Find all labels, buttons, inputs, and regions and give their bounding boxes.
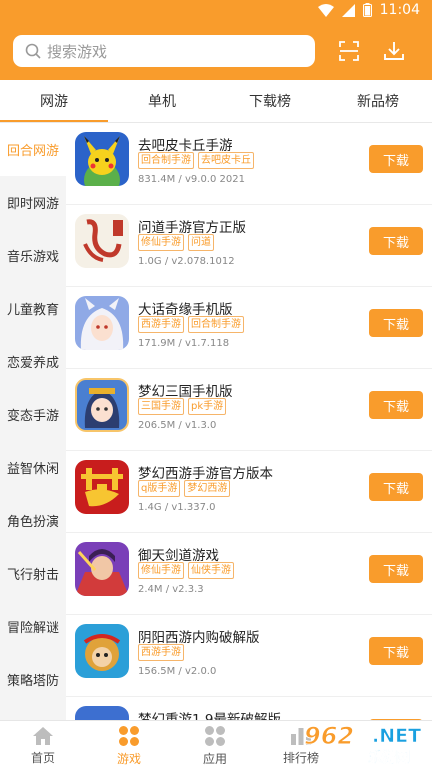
sidebar-item-music[interactable]: 音乐游戏: [0, 229, 66, 282]
search-placeholder: 搜索游戏: [47, 42, 108, 61]
nav-home[interactable]: 首页: [0, 721, 86, 769]
list-item[interactable]: 梦幻三国手机版 三国手游 pk手游 206.5M / v1.3.0 下载: [66, 369, 432, 451]
scan-button[interactable]: [335, 37, 363, 65]
list-item[interactable]: 阴阳西游内购破解版 西游手游 156.5M / v2.0.0 下载: [66, 615, 432, 697]
nav-label: 应用: [202, 751, 227, 766]
active-tab-indicator: [0, 120, 108, 122]
genre-sidebar: 回合网游 即时网游 音乐游戏 儿童教育 恋爱养成 变态手游 益智休闲 角色扮演 …: [0, 123, 66, 720]
game-tag[interactable]: 回合制手游: [138, 152, 194, 169]
sidebar-item-realtime[interactable]: 即时网游: [0, 176, 66, 229]
game-tag[interactable]: q版手游: [138, 480, 181, 497]
nav-apps[interactable]: 应用: [172, 721, 258, 769]
warrior-icon: [75, 542, 129, 596]
game-name: 阴阳西游内购破解版: [138, 630, 260, 646]
signal-icon: [341, 3, 355, 17]
game-tag[interactable]: 西游手游: [138, 316, 184, 333]
game-list: 去吧皮卡丘手游 回合制手游 去吧皮卡丘 831.4M / v9.0.0 2021…: [66, 123, 432, 720]
tab-single-player[interactable]: 单机: [108, 80, 216, 122]
wendao-icon: [75, 214, 129, 268]
monkey-king-icon: [75, 624, 129, 678]
home-icon: [33, 726, 53, 745]
download-button[interactable]: 下载: [369, 391, 423, 419]
game-grid-icon: [119, 725, 139, 746]
download-button[interactable]: 下载: [369, 145, 423, 173]
sidebar-item-romance[interactable]: 恋爱养成: [0, 335, 66, 388]
download-button[interactable]: 下载: [369, 227, 423, 255]
game-meta: 1.0G / v2.078.1012: [138, 256, 235, 267]
tab-new-ranking[interactable]: 新品榜: [324, 80, 432, 122]
game-tag[interactable]: 去吧皮卡丘: [198, 152, 254, 169]
download-button[interactable]: 下载: [369, 555, 423, 583]
download-button[interactable]: 下载: [369, 309, 423, 337]
game-tag[interactable]: 梦幻西游: [184, 480, 231, 497]
game-meta: 831.4M / v9.0.0 2021: [138, 174, 245, 185]
status-bar: 11:04: [0, 0, 432, 22]
game-name: 梦幻重游1.9最新破解版: [138, 712, 281, 720]
sidebar-item-shooter[interactable]: 飞行射击: [0, 547, 66, 600]
game-meta: 156.5M / v2.0.0: [138, 666, 217, 677]
list-item[interactable]: 大话奇缘手机版 西游手游 回合制手游 171.9M / v1.7.118 下载: [66, 287, 432, 369]
game-tag[interactable]: 修仙手游: [138, 562, 184, 579]
top-header: 11:04 搜索游戏: [0, 0, 432, 80]
game-tag[interactable]: 修仙手游: [138, 234, 184, 251]
sidebar-item-turn-based[interactable]: 回合网游: [0, 123, 66, 176]
battery-icon: [362, 3, 372, 17]
nav-games[interactable]: 游戏: [86, 721, 172, 769]
fantasy-icon: [75, 706, 129, 720]
game-meta: 2.4M / v2.3.3: [138, 584, 204, 595]
sidebar-item-adventure[interactable]: 冒险解谜: [0, 600, 66, 653]
wifi-icon: [317, 3, 334, 17]
game-tag[interactable]: 回合制手游: [188, 316, 244, 333]
game-tag[interactable]: 仙侠手游: [188, 562, 234, 579]
game-name: 问道手游官方正版: [138, 220, 246, 236]
download-manager-button[interactable]: [380, 37, 408, 65]
game-name: 去吧皮卡丘手游: [138, 138, 233, 154]
list-item[interactable]: 去吧皮卡丘手游 回合制手游 去吧皮卡丘 831.4M / v9.0.0 2021…: [66, 123, 432, 205]
download-button[interactable]: 下载: [369, 637, 423, 665]
list-item[interactable]: 梦幻西游手游官方版本 q版手游 梦幻西游 1.4G / v1.337.0 下载: [66, 451, 432, 533]
game-tag[interactable]: pk手游: [188, 398, 227, 415]
site-watermark: 962 .NET 乐游网: [300, 720, 432, 769]
game-tag[interactable]: 西游手游: [138, 644, 184, 661]
game-meta: 1.4G / v1.337.0: [138, 502, 216, 513]
status-time: 11:04: [379, 2, 420, 18]
game-name: 梦幻三国手机版: [138, 384, 233, 400]
apps-icon: [205, 725, 225, 746]
three-kingdoms-girl-icon: [75, 378, 129, 432]
download-button[interactable]: 下载: [369, 473, 423, 501]
sidebar-item-rpg[interactable]: 角色扮演: [0, 494, 66, 547]
tab-online-games[interactable]: 网游: [0, 80, 108, 122]
meng-logo-icon: [75, 460, 129, 514]
sidebar-item-strategy[interactable]: 策略塔防: [0, 653, 66, 706]
game-name: 梦幻西游手游官方版本: [138, 466, 273, 482]
list-item[interactable]: 梦幻重游1.9最新破解版 下载: [66, 697, 432, 720]
watermark-site-name: 乐游网: [368, 750, 411, 767]
sidebar-item-kids-education[interactable]: 儿童教育: [0, 282, 66, 335]
sidebar-item-puzzle-casual[interactable]: 益智休闲: [0, 441, 66, 494]
nav-label: 首页: [30, 750, 55, 765]
category-tabs: 网游 单机 下载榜 新品榜: [0, 80, 432, 123]
search-input[interactable]: 搜索游戏: [13, 35, 315, 67]
game-name: 大话奇缘手机版: [138, 302, 233, 318]
white-hair-girl-icon: [75, 296, 129, 350]
nav-label: 游戏: [116, 751, 141, 766]
game-meta: 171.9M / v1.7.118: [138, 338, 230, 349]
game-name: 御天剑道游戏: [138, 548, 219, 564]
list-item[interactable]: 御天剑道游戏 修仙手游 仙侠手游 2.4M / v2.3.3 下载: [66, 533, 432, 615]
list-item[interactable]: 问道手游官方正版 修仙手游 问道 1.0G / v2.078.1012 下载: [66, 205, 432, 287]
game-meta: 206.5M / v1.3.0: [138, 420, 217, 431]
game-tag[interactable]: 三国手游: [138, 398, 184, 415]
watermark-number: 962: [303, 722, 355, 751]
game-tag[interactable]: 问道: [188, 234, 214, 251]
search-icon: [25, 43, 41, 59]
download-icon: [384, 42, 404, 60]
tab-download-ranking[interactable]: 下载榜: [216, 80, 324, 122]
sidebar-item-modded[interactable]: 变态手游: [0, 388, 66, 441]
pikachu-icon: [75, 132, 129, 186]
watermark-net: .NET: [372, 725, 422, 748]
scan-icon: [339, 41, 359, 61]
